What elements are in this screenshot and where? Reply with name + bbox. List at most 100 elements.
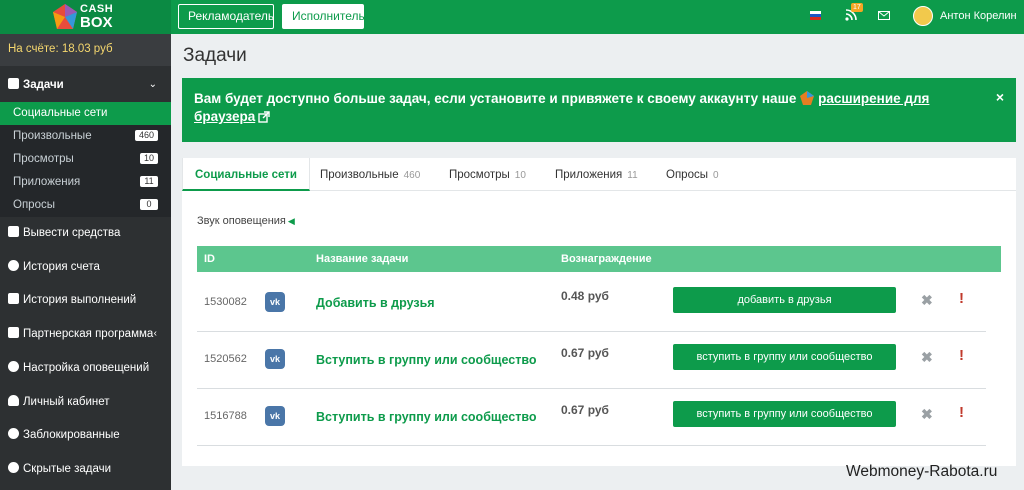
task-id: 1530082 — [204, 296, 247, 308]
sidebar-item-hidden-tasks[interactable]: Скрытые задачи — [8, 462, 111, 475]
advertiser-button[interactable]: Рекламодатель — [178, 4, 274, 29]
user-name[interactable]: Антон Корелин — [940, 10, 1017, 22]
subitem-label: Опросы — [13, 199, 55, 211]
sidebar-item-tasks[interactable]: Задачи ⌄ — [0, 71, 171, 97]
sidebar-item-completion-history[interactable]: История выполнений — [8, 293, 136, 306]
nav-label: История выполнений — [23, 294, 137, 306]
tab-social[interactable]: Социальные сети — [182, 158, 310, 191]
subitem-label: Приложения — [13, 176, 81, 188]
report-icon[interactable]: ! — [959, 290, 964, 307]
sound-icon: ◀ — [287, 216, 295, 226]
subitem-label: Произвольные — [13, 130, 92, 142]
hide-task-icon[interactable]: ✖ — [921, 349, 933, 366]
sidebar-subitem-arbitrary[interactable]: Произвольные 460 — [0, 125, 171, 148]
header-reward: Вознаграждение — [561, 253, 652, 265]
tab-count: 460 — [403, 170, 421, 181]
report-icon[interactable]: ! — [959, 404, 964, 421]
tab-label: Опросы — [666, 169, 708, 181]
sidebar-subitem-social[interactable]: Социальные сети — [0, 102, 171, 125]
sidebar-item-blocked[interactable]: Заблокированные — [8, 428, 120, 441]
russian-flag-icon[interactable] — [810, 11, 821, 20]
task-tabs: Социальные сети Произвольные 460 Просмотр… — [182, 158, 1016, 191]
tasks-card: Социальные сети Произвольные 460 Просмотр… — [182, 158, 1016, 466]
task-title[interactable]: Вступить в группу или сообщество — [316, 353, 536, 367]
sidebar-item-account-history[interactable]: История счета — [8, 260, 100, 273]
vk-icon: vk — [265, 406, 285, 426]
extension-alert: Вам будет доступно больше задач, если ус… — [182, 78, 1016, 142]
subitem-count: 460 — [134, 130, 158, 141]
extension-gem-icon — [800, 91, 815, 105]
task-action-button[interactable]: вступить в группу или сообщество — [673, 344, 896, 370]
external-link-icon[interactable] — [258, 111, 270, 123]
gears-icon — [8, 361, 19, 372]
task-price: 0.48 руб — [561, 289, 609, 303]
tab-arbitrary[interactable]: Произвольные 460 — [320, 158, 420, 191]
tab-views[interactable]: Просмотры 10 — [449, 158, 526, 191]
balance-bar: На счёте: 18.03 руб — [0, 34, 171, 66]
vk-icon: vk — [265, 292, 285, 312]
header-id: ID — [204, 253, 215, 265]
logo-line2: BOX — [80, 14, 113, 31]
avatar[interactable] — [913, 6, 933, 26]
table-row: 1530082 vk Добавить в друзья 0.48 руб до… — [197, 275, 986, 332]
executor-button[interactable]: Исполнитель — [282, 4, 365, 29]
report-icon[interactable]: ! — [959, 347, 964, 364]
logo-gem-icon — [53, 4, 77, 29]
subitem-label: Просмотры — [13, 153, 74, 165]
mail-icon[interactable] — [878, 11, 890, 20]
sidebar: На счёте: 18.03 руб Задачи ⌄ Социальные … — [0, 34, 171, 490]
nav-label: Партнерская программа — [23, 328, 154, 340]
tab-count: 11 — [627, 170, 638, 181]
task-price: 0.67 руб — [561, 346, 609, 360]
sidebar-subitem-polls[interactable]: Опросы 0 — [0, 194, 171, 217]
nav-label: Заблокированные — [23, 429, 120, 441]
task-action-button[interactable]: добавить в друзья — [673, 287, 896, 313]
hide-task-icon[interactable]: ✖ — [921, 406, 933, 423]
subitem-count: 10 — [139, 153, 158, 164]
logo[interactable]: CASH BOX — [0, 0, 171, 34]
sidebar-item-notification-settings[interactable]: Настройка оповещений — [8, 361, 149, 374]
nav-label: История счета — [23, 261, 100, 273]
sidebar-subitem-views[interactable]: Просмотры 10 — [0, 148, 171, 171]
nav-label: Скрытые задачи — [23, 463, 112, 475]
tab-apps[interactable]: Приложения 11 — [555, 158, 638, 191]
notification-badge: 17 — [851, 3, 863, 12]
alert-text: Вам будет доступно больше задач, если ус… — [194, 90, 984, 126]
watermark: Webmoney-Rabota.ru — [846, 463, 998, 480]
tab-count: 10 — [514, 170, 526, 181]
task-title[interactable]: Добавить в друзья — [316, 296, 435, 310]
sound-label: Звук оповещения — [197, 215, 286, 227]
sidebar-item-profile[interactable]: Личный кабинет — [8, 395, 110, 408]
nav-label: Настройка оповещений — [23, 362, 150, 374]
sidebar-subitem-apps[interactable]: Приложения 11 — [0, 171, 171, 194]
ban-icon — [8, 462, 19, 473]
tab-label: Приложения — [555, 169, 623, 181]
percent-icon — [8, 327, 19, 338]
ban-icon — [8, 428, 19, 439]
history-icon — [8, 260, 19, 271]
table-header: ID Название задачи Вознаграждение — [197, 246, 1001, 272]
tab-count: 0 — [712, 170, 719, 181]
top-bar: CASH BOX Рекламодатель Исполнитель 17 Ан… — [0, 0, 1024, 34]
table-row: 1520562 vk Вступить в группу или сообщес… — [197, 332, 986, 389]
task-action-button[interactable]: вступить в группу или сообщество — [673, 401, 896, 427]
tab-polls[interactable]: Опросы 0 — [666, 158, 719, 191]
subitem-count: 0 — [140, 199, 158, 210]
balance-text: На счёте: 18.03 руб — [8, 43, 113, 55]
nav-label: Вывести средства — [23, 227, 121, 239]
sidebar-item-withdraw[interactable]: Вывести средства — [8, 226, 120, 239]
tab-label: Социальные сети — [195, 169, 297, 181]
checkbox-icon — [8, 78, 19, 89]
close-alert-button[interactable]: × — [996, 89, 1004, 105]
page-title: Задачи — [183, 45, 247, 66]
sidebar-item-partner-program[interactable]: Партнерская программа — [8, 327, 153, 340]
hide-task-icon[interactable]: ✖ — [921, 292, 933, 309]
sound-toggle[interactable]: Звук оповещения ◀ — [197, 215, 295, 227]
task-title[interactable]: Вступить в группу или сообщество — [316, 410, 536, 424]
tab-label: Просмотры — [449, 169, 510, 181]
chevron-left-icon: ‹ — [153, 328, 157, 339]
list-icon — [8, 293, 19, 304]
logo-text: CASH BOX — [80, 3, 113, 31]
minus-square-icon — [8, 226, 19, 237]
user-icon — [8, 395, 19, 406]
